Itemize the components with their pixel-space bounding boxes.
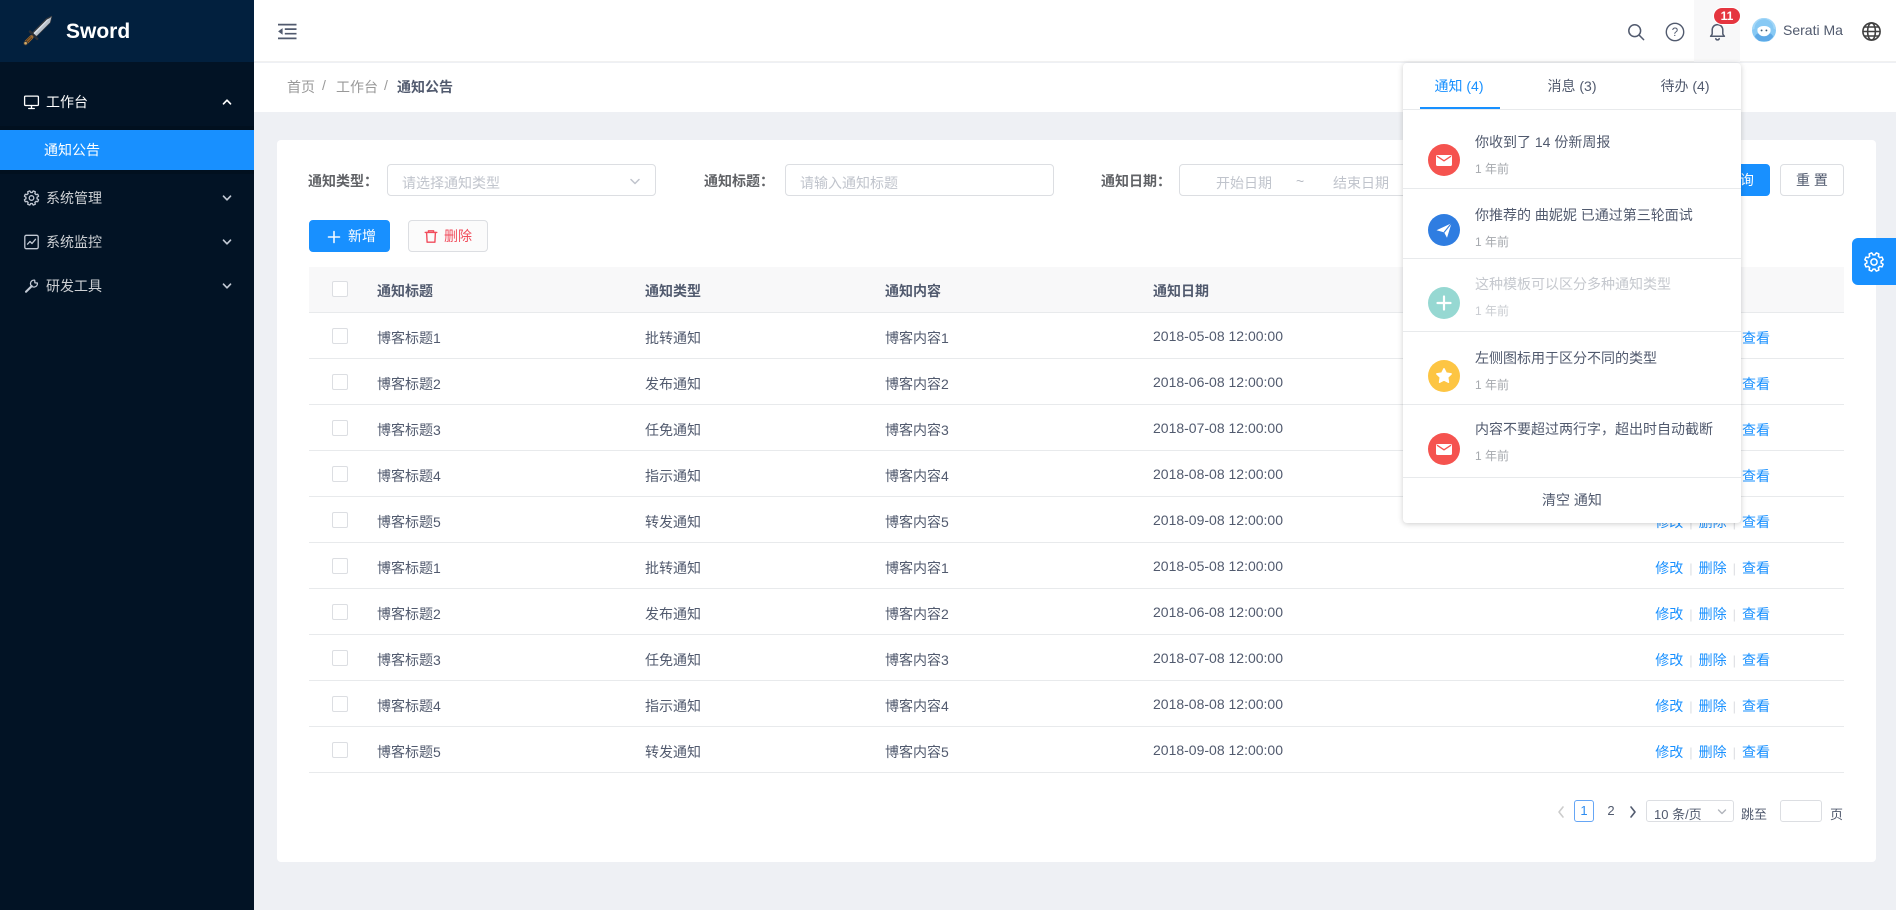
svg-text:?: ? xyxy=(1672,27,1678,39)
